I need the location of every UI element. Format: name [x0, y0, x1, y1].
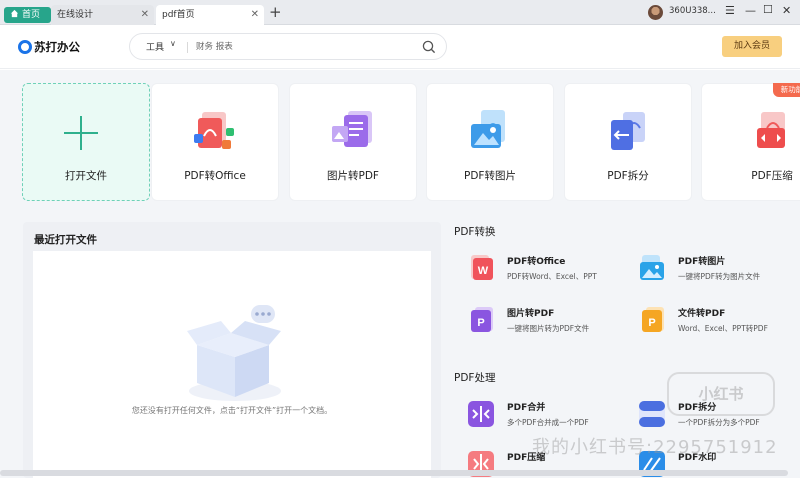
app-window: 首页 在线设计 ✕ pdf首页 ✕ + 360U338... ☰ — ☐ ✕ 苏… [0, 0, 800, 478]
tab-label: 在线设计 [57, 10, 94, 20]
chevron-down-icon[interactable]: ∨ [170, 39, 176, 48]
tab-label: pdf首页 [162, 10, 195, 20]
card-label: PDF压缩 [751, 170, 793, 182]
svg-text:W: W [478, 265, 489, 277]
menu-icon[interactable]: ☰ [725, 4, 735, 17]
card-label: PDF转Office [184, 170, 246, 182]
card-label: 图片转PDF [327, 170, 379, 182]
tool-name: 图片转PDF [507, 309, 555, 319]
empty-state-text: 您还没有打开任何文件，点击“打开文件”打开一个文档。 [131, 406, 333, 415]
watermark-text: 我的小红书号:2295751912 [532, 437, 778, 458]
minimize-icon[interactable]: — [745, 4, 756, 17]
tool-desc: 一键将图片转为PDF文件 [507, 324, 590, 333]
tab-home[interactable]: 首页 [4, 7, 51, 23]
image-to-pdf-icon: P [471, 307, 493, 332]
divider [187, 42, 188, 53]
user-name: 360U338... [669, 6, 716, 16]
pdf-to-office-icon [194, 112, 234, 149]
pdf-process-title: PDF处理 [454, 372, 496, 384]
pdf-to-image-icon [471, 110, 505, 148]
pdf-split-card[interactable]: PDF拆分 [564, 83, 692, 201]
new-feature-badge: 新功能 [773, 83, 800, 97]
pdf-to-word-icon: W [471, 255, 493, 280]
svg-text:P: P [477, 317, 484, 329]
close-tab-icon[interactable]: ✕ [251, 5, 259, 25]
recent-files-title: 最近打开文件 [34, 234, 97, 246]
search-input[interactable] [196, 39, 416, 55]
svg-text:P: P [648, 317, 655, 329]
tool-name: PDF合并 [507, 403, 546, 413]
main-content: 打开文件 PDF转Office 图片转PDF PDF转图片 PDF拆分 新功能 … [0, 70, 800, 478]
tool-pdf-merge[interactable]: PDF合并 多个PDF合并成一个PDF [467, 400, 627, 432]
pdf-compress-icon [757, 112, 785, 148]
tool-desc: Word、Excel、PPT转PDF [678, 324, 768, 333]
empty-box-icon [187, 305, 281, 401]
avatar [648, 5, 663, 20]
tool-desc: 一个PDF拆分为多个PDF [678, 418, 760, 427]
tool-desc: 多个PDF合并成一个PDF [507, 418, 589, 427]
tool-pdf-to-image[interactable]: PDF转图片 一键将PDF转为图片文件 [638, 254, 798, 286]
app-header: 苏打办公 工具 ∨ 加入会员 [0, 25, 800, 69]
watermark-logo: 小红书 [667, 372, 775, 416]
tab-strip: 首页 在线设计 ✕ pdf首页 ✕ + 360U338... ☰ — ☐ ✕ [0, 0, 800, 25]
image-to-pdf-card[interactable]: 图片转PDF [289, 83, 417, 201]
pdf-to-image-icon [640, 255, 664, 280]
logo-icon [18, 40, 32, 54]
tool-name: 文件转PDF [678, 309, 726, 319]
close-window-icon[interactable]: ✕ [782, 4, 791, 17]
pdf-convert-title: PDF转换 [454, 226, 496, 238]
plus-icon-bar [64, 132, 98, 134]
tab-online-design[interactable]: 在线设计 ✕ [51, 5, 154, 25]
card-label: PDF转图片 [464, 170, 516, 182]
recent-files-list: 您还没有打开任何文件，点击“打开文件”打开一个文档。 [33, 251, 431, 478]
open-file-card[interactable]: 打开文件 [22, 83, 150, 201]
pdf-split-icon [639, 401, 665, 427]
search-type-select[interactable]: 工具 [146, 40, 164, 53]
tool-name: PDF转Office [507, 257, 566, 267]
pdf-split-icon [611, 112, 645, 150]
tool-file-to-pdf[interactable]: P 文件转PDF Word、Excel、PPT转PDF [638, 306, 798, 338]
logo-text: 苏打办公 [34, 40, 80, 54]
home-icon [10, 9, 19, 18]
pdf-to-office-card[interactable]: PDF转Office [151, 83, 279, 201]
new-tab-icon[interactable]: + [269, 3, 282, 21]
close-tab-icon[interactable]: ✕ [141, 5, 149, 25]
pdf-merge-icon [468, 401, 494, 427]
image-to-pdf-icon [332, 111, 372, 147]
maximize-icon[interactable]: ☐ [763, 3, 773, 16]
recent-files-panel: 最近打开文件 您还没有打开任何文件，点击“打开文件”打开一个文档。 [23, 222, 441, 478]
tool-pdf-to-office[interactable]: W PDF转Office PDF转Word、Excel、PPT [467, 254, 627, 286]
join-member-button[interactable]: 加入会员 [722, 36, 782, 57]
tool-desc: PDF转Word、Excel、PPT [507, 272, 597, 281]
horizontal-scrollbar[interactable] [0, 470, 788, 476]
tool-image-to-pdf[interactable]: P 图片转PDF 一键将图片转为PDF文件 [467, 306, 627, 338]
card-label: PDF拆分 [607, 170, 649, 182]
tab-label: 首页 [22, 10, 41, 20]
card-label: 打开文件 [65, 170, 107, 182]
tool-desc: 一键将PDF转为图片文件 [678, 272, 761, 281]
search-icon[interactable] [422, 40, 436, 54]
tab-pdf-home[interactable]: pdf首页 ✕ [156, 5, 264, 25]
file-to-pdf-icon: P [642, 307, 664, 332]
search-bar: 工具 ∨ [129, 33, 447, 60]
pdf-compress-card[interactable]: 新功能 PDF压缩 [701, 83, 800, 201]
pdf-to-image-card[interactable]: PDF转图片 [426, 83, 554, 201]
tool-name: PDF转图片 [678, 257, 726, 267]
